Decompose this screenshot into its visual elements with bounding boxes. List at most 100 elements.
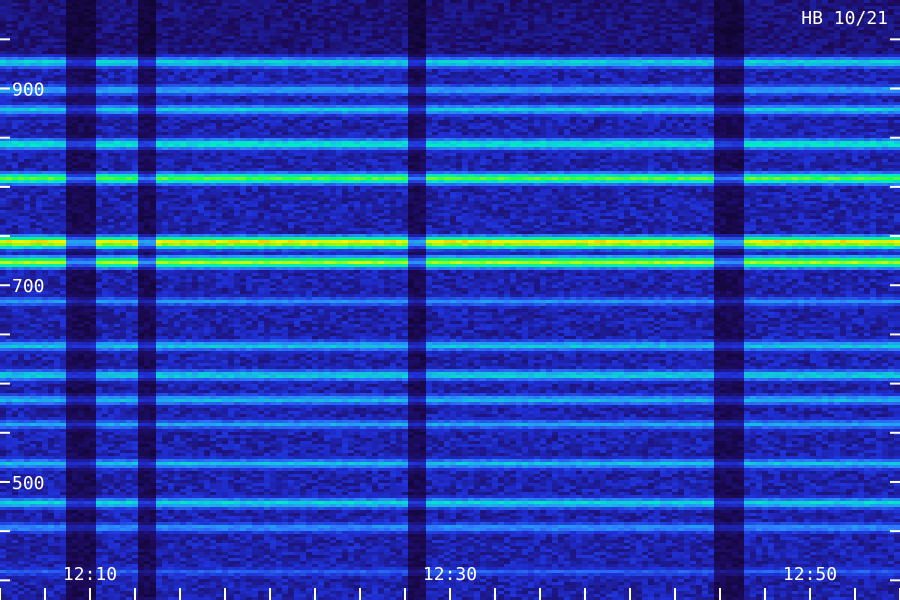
- heat-cell: [24, 441, 30, 444]
- heat-cell: [114, 378, 120, 381]
- heat-cell: [102, 525, 108, 528]
- heat-cell: [12, 513, 18, 516]
- heat-cell: [66, 42, 72, 45]
- heat-cell: [66, 420, 72, 423]
- heat-cell: [108, 558, 114, 561]
- heat-cell: [144, 213, 150, 216]
- heat-cell: [120, 423, 126, 426]
- heat-cell: [0, 210, 6, 213]
- heat-cell: [114, 33, 120, 36]
- heat-cell: [36, 399, 42, 402]
- heat-cell: [0, 174, 6, 177]
- heat-cell: [6, 348, 12, 351]
- heat-cell: [102, 411, 108, 414]
- heat-cell: [24, 510, 30, 513]
- heat-cell: [84, 282, 90, 285]
- heat-cell: [72, 360, 78, 363]
- heat-cell: [108, 153, 114, 156]
- heat-cell: [102, 99, 108, 102]
- heat-cell: [132, 429, 138, 432]
- heat-cell: [24, 540, 30, 543]
- heat-cell: [36, 60, 42, 63]
- heat-cell: [0, 261, 6, 264]
- heat-cell: [66, 210, 72, 213]
- heat-cell: [30, 297, 36, 300]
- heat-cell: [144, 249, 150, 252]
- heat-cell: [72, 426, 78, 429]
- heat-cell: [48, 462, 54, 465]
- heat-cell: [36, 252, 42, 255]
- heat-cell: [66, 483, 72, 486]
- heat-cell: [18, 360, 24, 363]
- heat-cell: [84, 315, 90, 318]
- heat-cell: [12, 441, 18, 444]
- heat-cell: [30, 129, 36, 132]
- heat-cell: [42, 114, 48, 117]
- heat-cell: [48, 30, 54, 33]
- heat-cell: [114, 492, 120, 495]
- heat-cell: [144, 126, 150, 129]
- heat-cell: [144, 432, 150, 435]
- heat-cell: [60, 69, 66, 72]
- heat-cell: [96, 195, 102, 198]
- heat-cell: [18, 75, 24, 78]
- heat-cell: [120, 405, 126, 408]
- heat-cell: [42, 441, 48, 444]
- heat-cell: [96, 549, 102, 552]
- heat-cell: [72, 171, 78, 174]
- heat-cell: [18, 264, 24, 267]
- heat-cell: [12, 456, 18, 459]
- heat-cell: [120, 399, 126, 402]
- heat-cell: [6, 354, 12, 357]
- heat-cell: [30, 48, 36, 51]
- heat-cell: [114, 27, 120, 30]
- heat-cell: [138, 414, 144, 417]
- heat-cell: [120, 192, 126, 195]
- heat-cell: [54, 90, 60, 93]
- heat-cell: [72, 528, 78, 531]
- heat-cell: [72, 444, 78, 447]
- heat-cell: [78, 255, 84, 258]
- heat-cell: [144, 171, 150, 174]
- heat-cell: [126, 477, 132, 480]
- heat-cell: [108, 219, 114, 222]
- heat-cell: [84, 519, 90, 522]
- heat-cell: [114, 441, 120, 444]
- heat-cell: [60, 399, 66, 402]
- heat-cell: [102, 213, 108, 216]
- heat-cell: [84, 24, 90, 27]
- heat-cell: [84, 285, 90, 288]
- heat-cell: [126, 270, 132, 273]
- heat-cell: [90, 450, 96, 453]
- heat-cell: [114, 474, 120, 477]
- heat-cell: [48, 555, 54, 558]
- heat-cell: [66, 552, 72, 555]
- heat-cell: [84, 543, 90, 546]
- heat-cell: [96, 495, 102, 498]
- heat-cell: [54, 342, 60, 345]
- heat-cell: [72, 210, 78, 213]
- heat-cell: [102, 264, 108, 267]
- heat-cell: [42, 30, 48, 33]
- heat-cell: [102, 489, 108, 492]
- heat-cell: [36, 3, 42, 6]
- heat-cell: [66, 18, 72, 21]
- heat-cell: [102, 375, 108, 378]
- heat-cell: [30, 195, 36, 198]
- heat-cell: [114, 354, 120, 357]
- heat-cell: [120, 135, 126, 138]
- heat-cell: [42, 0, 48, 3]
- heat-cell: [144, 513, 150, 516]
- heat-cell: [90, 540, 96, 543]
- heat-cell: [12, 60, 18, 63]
- heat-cell: [96, 489, 102, 492]
- heat-cell: [132, 237, 138, 240]
- heat-cell: [120, 93, 126, 96]
- heat-cell: [12, 510, 18, 513]
- heat-cell: [126, 123, 132, 126]
- heat-cell: [48, 492, 54, 495]
- heat-cell: [60, 27, 66, 30]
- heat-cell: [90, 228, 96, 231]
- heat-cell: [24, 495, 30, 498]
- heat-cell: [72, 207, 78, 210]
